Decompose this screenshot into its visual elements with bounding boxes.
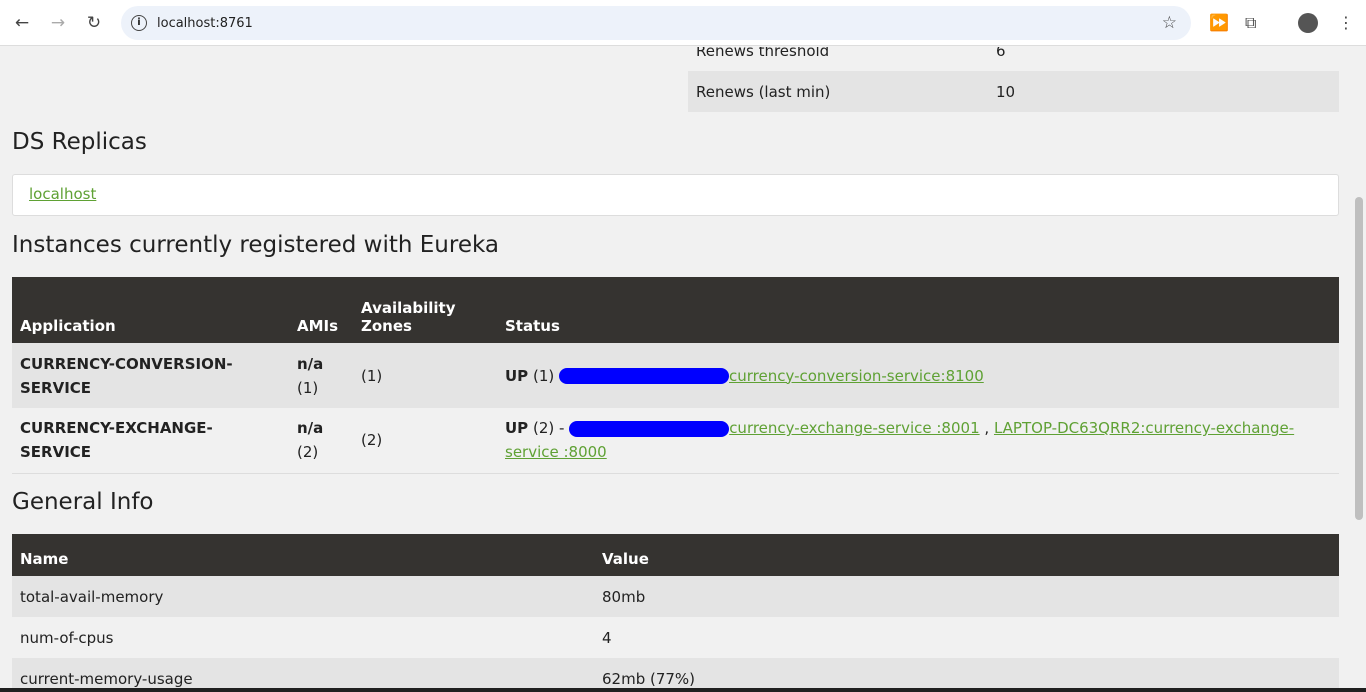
renew-value: 10 xyxy=(996,82,1016,101)
status: UP (2) - currency-exchange-service :8001… xyxy=(497,408,1339,474)
zones: (2) xyxy=(353,408,497,474)
url-text[interactable]: localhost:8761 xyxy=(157,16,253,31)
table-row: CURRENCY-CONVERSION-SERVICE n/a (1) (1) U… xyxy=(12,343,1339,408)
back-icon[interactable]: ← xyxy=(4,13,40,33)
avatar[interactable] xyxy=(1298,13,1318,33)
info-name: num-of-cpus xyxy=(20,628,114,647)
reload-icon[interactable]: ↻ xyxy=(76,13,112,33)
status: UP (1) currency-conversion-service:8100 xyxy=(505,366,984,385)
general-info-table: Name Value total-avail-memory 80mb num-of-… xyxy=(12,534,1339,688)
table-row: current-memory-usage 62mb (77%) xyxy=(12,658,1339,688)
info-value: 62mb (77%) xyxy=(602,669,696,688)
taskbar-strip xyxy=(0,688,1366,692)
replicas-heading: DS Replicas xyxy=(12,129,147,155)
forward-icon[interactable]: → xyxy=(40,13,76,33)
info-value: 4 xyxy=(602,628,612,647)
instances-heading: Instances currently registered with Eure… xyxy=(12,232,499,258)
app-name: CURRENCY-EXCHANGE-SERVICE xyxy=(12,408,289,474)
scrollbar-thumb[interactable] xyxy=(1355,197,1363,520)
col-name: Name xyxy=(12,534,594,576)
renew-label: Renews threshold xyxy=(696,47,830,60)
menu-icon[interactable]: ⋮ xyxy=(1338,13,1354,32)
col-status: Status xyxy=(497,277,1339,343)
redacted-block xyxy=(559,368,729,384)
table-row: Renews threshold 6 xyxy=(688,47,1339,71)
info-value: 80mb xyxy=(602,587,646,606)
zones: (1) xyxy=(361,366,383,385)
renew-label: Renews (last min) xyxy=(696,82,831,101)
replicas-box: localhost xyxy=(12,174,1339,216)
puzzle-icon[interactable]: ⧉ xyxy=(1245,13,1256,33)
general-info-heading: General Info xyxy=(12,489,154,515)
info-name: total-avail-memory xyxy=(20,587,164,606)
amis: n/a (2) xyxy=(289,408,353,474)
renew-value: 6 xyxy=(996,47,1006,60)
renews-table: Renews threshold 6 Renews (last min) 10 xyxy=(688,47,1339,112)
info-icon[interactable]: i xyxy=(131,15,147,31)
table-row: Renews (last min) 10 xyxy=(688,71,1339,112)
col-application: Application xyxy=(12,277,289,343)
scrollbar[interactable] xyxy=(1352,47,1366,688)
replica-link[interactable]: localhost xyxy=(29,185,96,203)
table-row: total-avail-memory 80mb xyxy=(12,576,1339,617)
browser-toolbar: ← → ↻ i localhost:8761 ☆ ⏩ ⧉ ⋮ xyxy=(0,0,1366,46)
col-zones: Availability Zones xyxy=(353,277,497,343)
instance-link[interactable]: currency-exchange-service :8001 xyxy=(729,419,979,437)
instances-table: Application AMIs Availability Zones Stat… xyxy=(12,277,1339,474)
amis: n/a (1) xyxy=(297,354,324,397)
col-amis: AMIs xyxy=(289,277,353,343)
eureka-page: Renews threshold 6 Renews (last min) 10 DS… xyxy=(0,47,1352,688)
redacted-block xyxy=(569,420,730,437)
address-bar[interactable]: i localhost:8761 ☆ xyxy=(121,6,1191,40)
instance-link[interactable]: currency-conversion-service:8100 xyxy=(729,367,984,385)
col-value: Value xyxy=(594,534,1339,576)
app-name: CURRENCY-CONVERSION-SERVICE xyxy=(20,354,233,397)
table-row: CURRENCY-EXCHANGE-SERVICE n/a (2) (2) UP … xyxy=(12,408,1339,474)
star-icon[interactable]: ☆ xyxy=(1162,13,1177,33)
table-row: num-of-cpus 4 xyxy=(12,617,1339,658)
info-name: current-memory-usage xyxy=(20,669,193,688)
extension-icon[interactable]: ⏩ xyxy=(1209,13,1229,32)
